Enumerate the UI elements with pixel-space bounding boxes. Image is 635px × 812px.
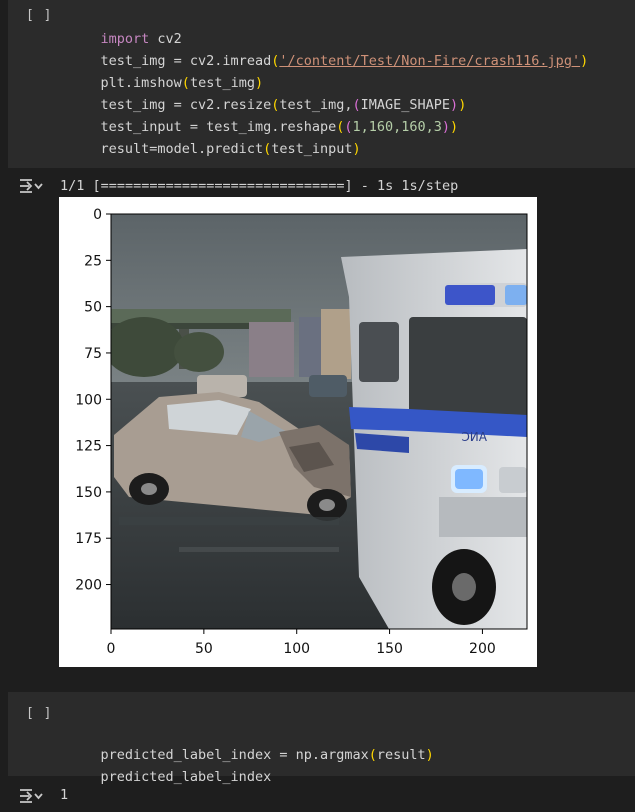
y-tick-label: 125: [75, 439, 102, 455]
svg-text:ANC: ANC: [461, 430, 487, 444]
imshow-plot: ANC 0 25 50 75 100 125 150 175 200 0 50 100 150 200: [59, 197, 537, 667]
y-tick-label: 175: [75, 531, 102, 547]
code-cell-2[interactable]: [ ] predicted_label_index = np.argmax(re…: [8, 692, 635, 785]
y-tick-label: 0: [93, 207, 102, 223]
y-tick-label: 100: [75, 392, 102, 408]
x-tick-label: 0: [107, 641, 116, 657]
x-tick-label: 50: [195, 641, 213, 657]
code-line-2: predicted_label_index: [100, 769, 272, 785]
x-tick-label: 200: [469, 641, 496, 657]
y-tick-label: 25: [84, 253, 102, 269]
y-tick-label: 75: [84, 346, 102, 362]
code-cell-1[interactable]: [ ] import cv2 test_img = cv2.imread('/c…: [8, 0, 635, 168]
output-toggle-icon[interactable]: [18, 177, 44, 195]
y-tick-label: 200: [75, 578, 102, 594]
y-axis: 0 25 50 75 100 125 150 175 200: [75, 207, 111, 594]
output-toggle-icon[interactable]: [18, 787, 44, 805]
plot-svg: ANC 0 25 50 75 100 125 150 175 200 0 50 100 150 200: [75, 207, 528, 657]
crash-image: ANC: [111, 214, 527, 629]
y-tick-label: 150: [75, 485, 102, 501]
x-tick-label: 150: [376, 641, 403, 657]
run-cell-button[interactable]: [ ]: [26, 706, 52, 721]
run-cell-button[interactable]: [ ]: [26, 8, 52, 23]
progress-output: 1/1 [==============================] - 1…: [60, 178, 459, 194]
x-axis: 0 50 100 150 200: [107, 629, 496, 657]
code-line-6: result=model.predict(test_input): [100, 141, 361, 157]
y-tick-label: 50: [84, 300, 102, 316]
result-output: 1: [60, 787, 69, 803]
x-tick-label: 100: [283, 641, 310, 657]
